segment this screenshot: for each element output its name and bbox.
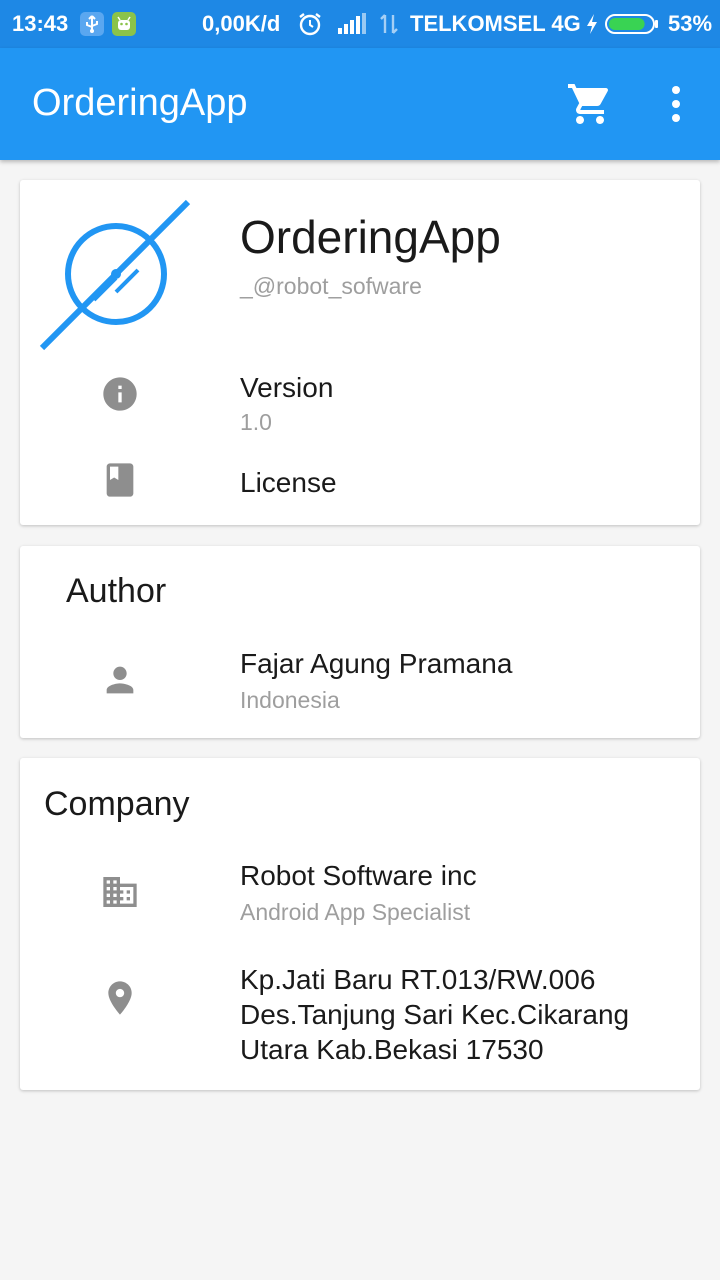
author-name: Fajar Agung Pramana (240, 648, 513, 679)
author-row[interactable]: Fajar Agung Pramana Indonesia (20, 642, 700, 722)
alarm-icon (296, 10, 324, 38)
android-debug-icon (112, 12, 136, 36)
location-pin-icon (100, 978, 140, 1023)
address-row[interactable]: Kp.Jati Baru RT.013/RW.006 Des.Tanjung S… (20, 958, 700, 1074)
address-line-2: Des.Tanjung Sari Kec.Cikarang (240, 999, 630, 1030)
company-card: Company Robot Software inc Android App S… (20, 758, 700, 1090)
license-label: License (240, 467, 337, 498)
about-card: OrderingApp _@robot_sofware Version 1.0 … (20, 180, 700, 525)
status-time: 13:43 (12, 11, 69, 36)
building-icon (100, 872, 140, 917)
overflow-menu-button[interactable] (656, 80, 696, 128)
signal-icon (336, 12, 368, 36)
usb-icon (80, 12, 104, 36)
author-card: Author Fajar Agung Pramana Indonesia (20, 546, 700, 738)
version-label: Version (240, 372, 334, 403)
company-name: Robot Software inc (240, 860, 477, 891)
info-icon (100, 374, 140, 419)
status-bar: 13:43 0,00K/d TELKOMSEL 4G 53% (0, 0, 720, 48)
cart-button[interactable] (566, 80, 614, 128)
company-row[interactable]: Robot Software inc Android App Specialis… (20, 854, 700, 934)
address-line-1: Kp.Jati Baru RT.013/RW.006 (240, 964, 596, 995)
carrier-name: TELKOMSEL 4G (410, 11, 581, 36)
license-row[interactable]: License (20, 450, 700, 514)
battery-icon (605, 14, 659, 34)
author-country: Indonesia (240, 687, 340, 713)
app-bar-title: OrderingApp (32, 82, 248, 124)
app-bar: OrderingApp (0, 48, 720, 160)
cart-icon (568, 84, 609, 124)
book-icon (100, 460, 140, 505)
address-line-3: Utara Kab.Bekasi 17530 (240, 1034, 544, 1065)
app-name: OrderingApp (240, 211, 501, 263)
charging-icon (584, 12, 600, 36)
data-transfer-icon (378, 12, 400, 36)
more-vert-icon (672, 86, 680, 122)
app-logo (38, 198, 192, 352)
version-value: 1.0 (240, 409, 272, 435)
version-row[interactable]: Version 1.0 (20, 350, 700, 435)
developer-handle: _@robot_sofware (240, 273, 422, 299)
author-heading: Author (66, 572, 167, 610)
person-icon (100, 660, 140, 705)
company-tagline: Android App Specialist (240, 899, 471, 925)
network-speed: 0,00K/d (202, 11, 281, 36)
battery-percent: 53% (668, 11, 713, 36)
company-heading: Company (44, 785, 190, 823)
